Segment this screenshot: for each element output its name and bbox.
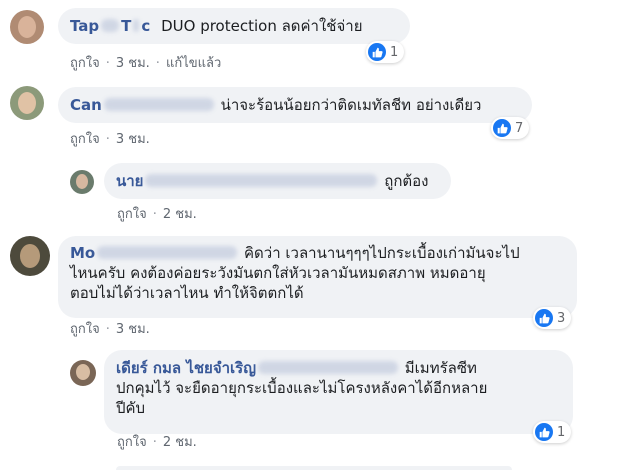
reaction-count[interactable]: 3 [533,307,572,329]
comment-line: ปีคับ [116,399,146,417]
comment-text: น่าจะร้อนน้อยกว่าติดเมทัลชีท อย่างเดียว [220,96,482,114]
like-link[interactable]: ถูกใจ [70,132,100,147]
comment-author[interactable]: Tap Tc [70,17,150,35]
comment-time[interactable]: 3 ชม. [116,322,150,337]
separator: · [152,207,157,222]
like-link[interactable]: ถูกใจ [117,435,147,450]
reaction-number: 1 [557,424,566,440]
comment-author[interactable]: นาย [116,172,379,190]
comment-time[interactable]: 2 ชม. [163,435,197,450]
like-link[interactable]: ถูกใจ [70,322,100,337]
next-comment-bubble [116,466,512,470]
comment: Tap Tc DUO protection ลดค่าใช้จ่าย 1 ถูกใ… [0,0,618,80]
comment-line: ตอบไม่ได้ว่าเวลาไหน ทำให้จิตตกได้ [70,284,304,302]
comment-author[interactable]: Mo [70,244,239,262]
reaction-number: 3 [557,310,566,326]
thumbs-up-icon [535,423,553,441]
comment-line: ปกคุมไว้ จะยืดอายุกระเบื้องและไม่โครงหลั… [116,379,488,397]
like-link[interactable]: ถูกใจ [70,56,100,71]
separator: · [105,56,110,71]
reaction-count[interactable]: 1 [533,421,572,443]
comment-bubble: Mo คิดว่า เวลานานๆๆๆไปกระเบื้องเก่ามันจะ… [58,236,577,318]
reaction-number: 1 [390,44,399,60]
reply: นาย ถูกต้อง ถูกใจ · 2 ชม. [0,152,618,224]
comment-time[interactable]: 3 ชม. [116,56,150,71]
avatar[interactable] [10,236,50,276]
comment-text: คิดว่า เวลานานๆๆๆไปกระเบื้องเก่ามันจะไป [244,244,520,262]
avatar-face [76,364,90,380]
comment-author[interactable]: เดียร์ กมล ไชยจำเริญ [116,359,400,377]
avatar-face [18,16,36,38]
edited-label[interactable]: แก้ไขแล้ว [166,56,221,71]
comment-author[interactable]: Can [70,96,216,114]
thumbs-up-icon [368,43,386,61]
separator: · [155,56,160,71]
avatar[interactable] [70,360,96,386]
comment-actions: ถูกใจ · 2 ชม. [117,431,197,452]
comment-bubble: Tap Tc DUO protection ลดค่าใช้จ่าย [58,8,410,44]
comment-text: DUO protection ลดค่าใช้จ่าย [161,17,363,35]
comment-line: Mo คิดว่า เวลานานๆๆๆไปกระเบื้องเก่ามันจะ… [70,243,565,263]
thumbs-up-icon [535,309,553,327]
avatar[interactable] [10,10,44,44]
comment-actions: ถูกใจ · 3 ชม. · แก้ไขแล้ว [70,52,221,73]
avatar[interactable] [70,170,94,194]
reaction-count[interactable]: 1 [366,41,405,63]
comment-line: ไหนครับ คงต้องค่อยระวังมันตกใส่หัวเวลามั… [70,264,486,282]
comment-text: ถูกต้อง [384,172,429,190]
avatar-face [76,174,88,189]
comment: Can น่าจะร้อนน้อยกว่าติดเมทัลชีท อย่างเด… [0,80,618,152]
comment-actions: ถูกใจ · 2 ชม. [117,203,197,224]
comment-actions: ถูกใจ · 3 ชม. [70,128,150,149]
thumbs-up-icon [493,119,511,137]
comment-actions: ถูกใจ · 3 ชม. [70,318,150,339]
comment-time[interactable]: 2 ชม. [163,207,197,222]
like-link[interactable]: ถูกใจ [117,207,147,222]
comment-bubble: เดียร์ กมล ไชยจำเริญ มีเมทรัลซีท ปกคุมไว… [104,350,573,434]
avatar[interactable] [10,86,44,120]
reaction-number: 7 [515,120,524,136]
separator: · [105,132,110,147]
comment-text: มีเมทรัลซีท [404,359,477,377]
reaction-count[interactable]: 7 [491,117,530,139]
comment-time[interactable]: 3 ชม. [116,132,150,147]
separator: · [105,322,110,337]
comment-bubble: นาย ถูกต้อง [104,163,451,199]
comment-line: เดียร์ กมล ไชยจำเริญ มีเมทรัลซีท [116,358,561,378]
separator: · [152,435,157,450]
avatar-face [20,244,40,268]
comment-bubble: Can น่าจะร้อนน้อยกว่าติดเมทัลชีท อย่างเด… [58,87,532,123]
comment: Mo คิดว่า เวลานานๆๆๆไปกระเบื้องเก่ามันจะ… [0,224,618,342]
avatar-face [18,92,36,114]
reply: เดียร์ กมล ไชยจำเริญ มีเมทรัลซีท ปกคุมไว… [0,342,618,454]
